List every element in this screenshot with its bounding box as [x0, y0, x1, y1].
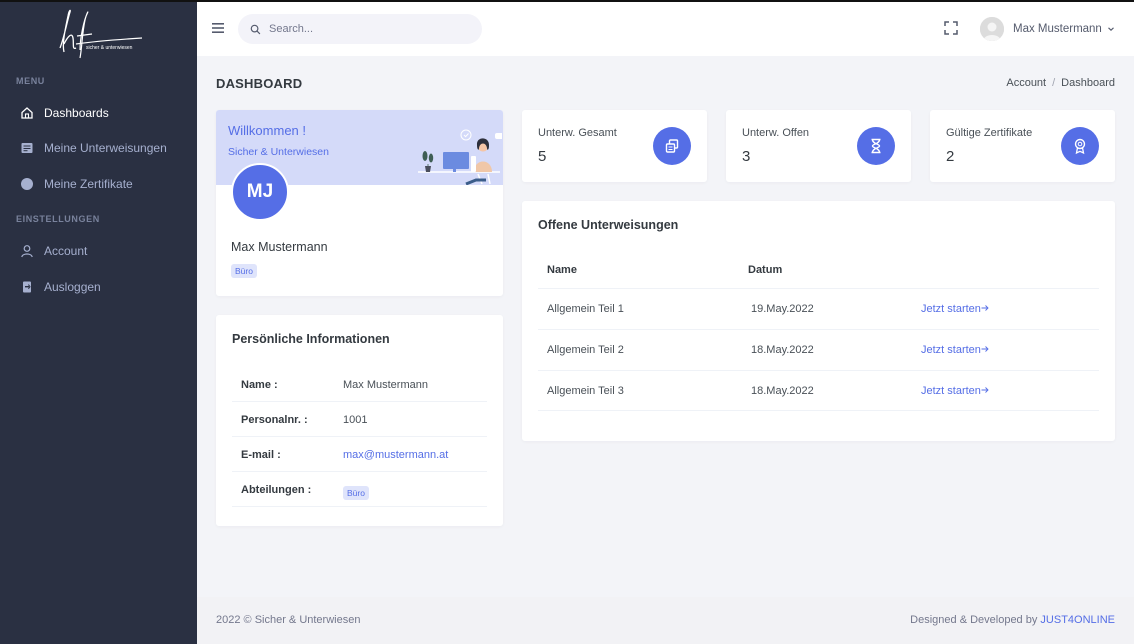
avatar [980, 17, 1004, 41]
training-name: Allgemein Teil 3 [547, 385, 624, 397]
breadcrumb-separator: / [1052, 77, 1056, 89]
department-badge: Büro [343, 486, 369, 500]
training-name: Allgemein Teil 1 [547, 303, 624, 315]
start-link-label: Jetzt starten [921, 385, 981, 397]
search-icon [250, 24, 261, 34]
user-icon [19, 243, 35, 259]
top-border [0, 0, 1134, 2]
info-row-email: E-mail : max@mustermann.at [232, 437, 487, 472]
sidebar-item-meine-zertifikate[interactable]: Meine Zertifikate [0, 169, 197, 199]
user-name: Max Mustermann [1013, 23, 1102, 35]
logo[interactable]: sicher & unterwiesen [50, 8, 150, 60]
sidebar-item-label: Ausloggen [44, 280, 101, 294]
personal-info-title: Persönliche Informationen [232, 332, 390, 346]
column-header-name: Name [547, 264, 577, 276]
info-value-wrap: Büro [343, 486, 369, 500]
info-value: Max Mustermann [343, 379, 428, 391]
office-illustration [418, 129, 502, 185]
breadcrumb: Account / Dashboard [1006, 77, 1115, 89]
sidebar: sicher & unterwiesen MENU Dashboards Mei… [0, 0, 197, 644]
info-label: Abteilungen : [241, 484, 312, 496]
stat-label: Unterw. Gesamt [538, 127, 617, 139]
info-label: Personalnr. : [241, 414, 308, 426]
info-label: E-mail : [241, 449, 281, 461]
topbar: Max Mustermann [197, 2, 1134, 56]
stat-label: Gültige Zertifikate [946, 127, 1033, 139]
open-trainings-title: Offene Unterweisungen [538, 218, 679, 232]
menu-toggle-icon[interactable] [211, 21, 225, 35]
table-row: Allgemein Teil 1 19.May.2022 Jetzt start… [538, 288, 1099, 329]
table-row: Allgemein Teil 3 18.May.2022 Jetzt start… [538, 370, 1099, 411]
document-icon [19, 140, 35, 156]
stat-value: 5 [538, 148, 547, 165]
info-row-name: Name : Max Mustermann [232, 367, 487, 402]
stat-card-certificates: Gültige Zertifikate 2 [930, 110, 1115, 182]
arrow-right-icon [981, 387, 989, 393]
info-value: 1001 [343, 414, 368, 426]
logout-icon [19, 279, 35, 295]
page-title: DASHBOARD [216, 76, 303, 91]
sidebar-item-dashboards[interactable]: Dashboards [0, 98, 197, 128]
menu-section-title: MENU [16, 76, 45, 86]
info-label: Name : [241, 379, 278, 391]
welcome-subtitle: Sicher & Unterwiesen [228, 146, 329, 158]
sidebar-item-account[interactable]: Account [0, 236, 197, 266]
start-link-label: Jetzt starten [921, 303, 981, 315]
email-link[interactable]: max@mustermann.at [343, 449, 448, 461]
fullscreen-icon[interactable] [943, 20, 959, 36]
sidebar-item-meine-unterweisungen[interactable]: Meine Unterweisungen [0, 133, 197, 163]
copy-icon [653, 127, 691, 165]
footer-designed-by: Designed & Developed by [910, 614, 1038, 626]
info-row-personalnr: Personalnr. : 1001 [232, 402, 487, 437]
welcome-title: Willkommen ! [228, 123, 307, 138]
department-badge: Büro [231, 264, 257, 278]
user-menu[interactable]: Max Mustermann [980, 16, 1115, 42]
welcome-card: Willkommen ! Sicher & Unterwiesen MJ Max… [216, 110, 503, 296]
settings-section-title: EINSTELLUNGEN [16, 214, 100, 224]
chevron-down-icon [1107, 27, 1114, 31]
training-name: Allgemein Teil 2 [547, 344, 624, 356]
column-header-datum: Datum [748, 264, 783, 276]
home-icon [19, 105, 35, 121]
sidebar-item-label: Account [44, 244, 88, 258]
sidebar-item-label: Meine Zertifikate [44, 177, 133, 191]
training-date: 19.May.2022 [751, 303, 814, 315]
sidebar-item-ausloggen[interactable]: Ausloggen [0, 272, 197, 302]
start-training-link[interactable]: Jetzt starten [921, 303, 989, 315]
sidebar-item-label: Meine Unterweisungen [44, 141, 167, 155]
svg-text:sicher & unterwiesen: sicher & unterwiesen [86, 45, 133, 51]
hourglass-icon [857, 127, 895, 165]
training-date: 18.May.2022 [751, 344, 814, 356]
personal-info-card: Persönliche Informationen Name : Max Mus… [216, 315, 503, 526]
table-row: Allgemein Teil 2 18.May.2022 Jetzt start… [538, 329, 1099, 370]
training-date: 18.May.2022 [751, 385, 814, 397]
stat-card-total: Unterw. Gesamt 5 [522, 110, 707, 182]
breadcrumb-item-dashboard: Dashboard [1061, 77, 1115, 89]
sidebar-item-label: Dashboards [44, 106, 109, 120]
profile-name: Max Mustermann [231, 240, 328, 254]
arrow-right-icon [981, 305, 989, 311]
search-input[interactable] [269, 23, 469, 35]
circle-icon [19, 176, 35, 192]
award-icon [1061, 127, 1099, 165]
footer-credits: Designed & Developed by JUST4ONLINE [910, 614, 1115, 626]
stat-value: 3 [742, 148, 751, 165]
info-row-abteilungen: Abteilungen : Büro [232, 472, 487, 507]
search-box [238, 14, 482, 44]
stat-card-open: Unterw. Offen 3 [726, 110, 911, 182]
open-trainings-card: Offene Unterweisungen Name Datum Allgeme… [522, 201, 1115, 441]
stat-label: Unterw. Offen [742, 127, 810, 139]
footer-brand-link[interactable]: JUST4ONLINE [1040, 614, 1115, 626]
start-training-link[interactable]: Jetzt starten [921, 344, 989, 356]
footer: 2022 © Sicher & Unterwiesen Designed & D… [197, 597, 1134, 644]
arrow-right-icon [981, 346, 989, 352]
footer-copyright: 2022 © Sicher & Unterwiesen [216, 614, 361, 626]
avatar: MJ [231, 163, 289, 221]
start-training-link[interactable]: Jetzt starten [921, 385, 989, 397]
stat-value: 2 [946, 148, 955, 165]
start-link-label: Jetzt starten [921, 344, 981, 356]
breadcrumb-item-account[interactable]: Account [1006, 77, 1046, 89]
